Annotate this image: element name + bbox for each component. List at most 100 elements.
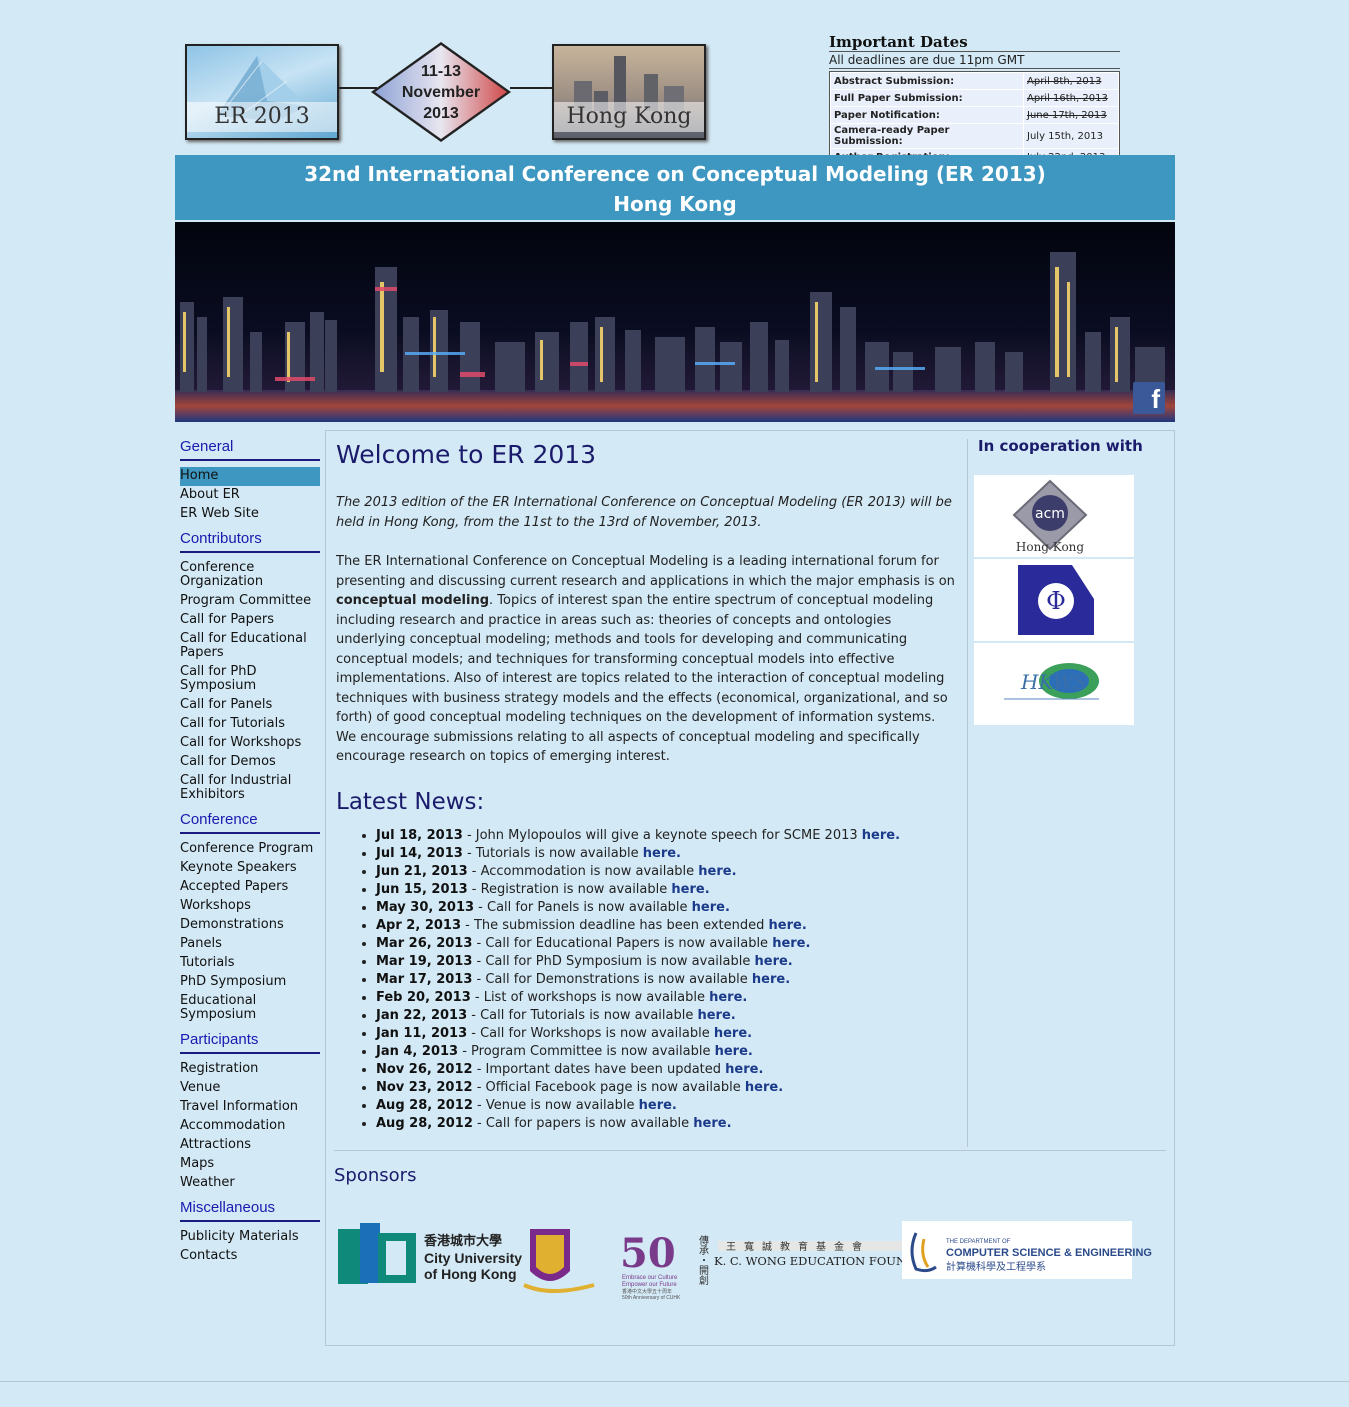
sidebar-item-conference-organization[interactable]: Conference Organization	[180, 559, 320, 592]
news-link[interactable]: here.	[755, 954, 793, 969]
conference-title: 32nd International Conference on Concept…	[304, 162, 1046, 186]
ieee-logo-text: Φ	[1046, 587, 1066, 615]
news-item: Apr 2, 2013 - The submission deadline ha…	[376, 917, 958, 935]
sidebar-item-keynote-speakers[interactable]: Keynote Speakers	[180, 859, 320, 878]
sidebar-item-weather[interactable]: Weather	[180, 1174, 320, 1193]
sidebar-item-call-for-panels[interactable]: Call for Panels	[180, 696, 320, 715]
cityu-name-line2: of Hong Kong	[424, 1266, 517, 1282]
sidebar-item-about-er[interactable]: About ER	[180, 486, 320, 505]
facebook-icon[interactable]: f	[1133, 382, 1165, 414]
sidebar-nav: General Home About ER ER Web Site Contributo…	[180, 438, 320, 1266]
news-link[interactable]: here.	[715, 1044, 753, 1059]
cuhk50-line2: Empower our Future	[622, 1282, 677, 1288]
sidebar-item-home[interactable]: Home	[180, 467, 320, 486]
sidebar-item-call-for-educational-papers[interactable]: Call for Educational Papers	[180, 630, 320, 663]
svg-text:50: 50	[620, 1230, 676, 1277]
sidebar-section-participants: Participants	[180, 1031, 320, 1054]
sidebar-item-travel-information[interactable]: Travel Information	[180, 1098, 320, 1117]
sponsors-divider	[334, 1150, 1166, 1151]
news-item: Feb 20, 2013 - List of workshops is now …	[376, 989, 958, 1007]
news-link[interactable]: here.	[769, 918, 807, 933]
news-item: Mar 19, 2013 - Call for PhD Symposium is…	[376, 953, 958, 971]
content-panel: Welcome to ER 2013 The 2013 edition of t…	[325, 430, 1175, 1346]
news-date: Jul 14, 2013	[376, 845, 463, 861]
news-link[interactable]: here.	[772, 936, 810, 951]
news-item: Mar 26, 2013 - Call for Educational Pape…	[376, 935, 958, 953]
description-text-2: . Topics of interest span the entire spe…	[336, 593, 948, 764]
sidebar-item-attractions[interactable]: Attractions	[180, 1136, 320, 1155]
news-link[interactable]: here.	[725, 1062, 763, 1077]
cuhk-50th-logo: 50 Embrace our Culture Empower our Futur…	[620, 1230, 681, 1301]
hkws-logo-text: HKWS	[1020, 670, 1087, 694]
sidebar-item-tutorials[interactable]: Tutorials	[180, 954, 320, 973]
news-link[interactable]: here.	[698, 864, 736, 879]
sidebar-item-call-for-workshops[interactable]: Call for Workshops	[180, 734, 320, 753]
news-date: Apr 2, 2013	[376, 917, 461, 933]
sidebar-item-call-for-phd-symposium[interactable]: Call for PhD Symposium	[180, 663, 320, 696]
hongkong-photo-label: Hong Kong	[554, 102, 704, 132]
news-item: Nov 23, 2012 - Official Facebook page is…	[376, 1079, 958, 1097]
sidebar-item-venue[interactable]: Venue	[180, 1079, 320, 1098]
sidebar-item-call-for-papers[interactable]: Call for Papers	[180, 611, 320, 630]
sidebar-item-publicity-materials[interactable]: Publicity Materials	[180, 1228, 320, 1247]
news-date: Mar 26, 2013	[376, 935, 473, 951]
news-link[interactable]: here.	[693, 1116, 731, 1131]
news-link[interactable]: here.	[671, 882, 709, 897]
sidebar-item-call-for-tutorials[interactable]: Call for Tutorials	[180, 715, 320, 734]
acm-logo-text: acm	[1035, 506, 1065, 522]
news-item: Mar 17, 2013 - Call for Demonstrations i…	[376, 971, 958, 989]
sidebar-item-accommodation[interactable]: Accommodation	[180, 1117, 320, 1136]
cuhk50-line3: 香港中文大學五十周年	[622, 1288, 672, 1295]
news-text: - Official Facebook page is now availabl…	[472, 1079, 745, 1095]
main-content: Welcome to ER 2013 The 2013 edition of t…	[336, 439, 958, 1133]
news-item: May 30, 2013 - Call for Panels is now av…	[376, 899, 958, 917]
news-item: Jan 22, 2013 - Call for Tutorials is now…	[376, 1007, 958, 1025]
hongkong-photo: Hong Kong	[552, 44, 706, 140]
cityu-name-line1: City University	[424, 1250, 522, 1266]
acm-logo-graphic: acm Hong Kong	[1012, 479, 1088, 554]
sidebar-section-miscellaneous: Miscellaneous	[180, 1199, 320, 1222]
news-link[interactable]: here.	[862, 828, 900, 843]
news-link[interactable]: here.	[692, 900, 730, 915]
news-link[interactable]: here.	[709, 990, 747, 1005]
ieee-hk-logo[interactable]: Φ	[974, 559, 1134, 641]
news-text: - Call for Panels is now available	[474, 899, 692, 915]
hkws-logo[interactable]: HKWS	[974, 643, 1134, 725]
acm-hong-kong-logo[interactable]: acm Hong Kong	[974, 475, 1134, 557]
news-link[interactable]: here.	[639, 1098, 677, 1113]
sidebar-item-er-web-site[interactable]: ER Web Site	[180, 505, 320, 524]
news-link[interactable]: here.	[714, 1026, 752, 1041]
sidebar-item-conference-program[interactable]: Conference Program	[180, 840, 320, 859]
news-link[interactable]: here.	[745, 1080, 783, 1095]
sidebar-item-contacts[interactable]: Contacts	[180, 1247, 320, 1266]
news-date: Mar 17, 2013	[376, 971, 473, 987]
news-link[interactable]: here.	[643, 846, 681, 861]
sidebar-item-educational-symposium[interactable]: Educational Symposium	[180, 992, 320, 1025]
conference-title-bar: 32nd International Conference on Concept…	[175, 155, 1175, 220]
sidebar-item-call-for-industrial-exhibitors[interactable]: Call for Industrial Exhibitors	[180, 772, 320, 805]
news-text: - Call for Workshops is now available	[467, 1025, 714, 1041]
date-value: April 16th, 2013	[1024, 90, 1118, 106]
sidebar-item-accepted-papers[interactable]: Accepted Papers	[180, 878, 320, 897]
cuhk-crest	[523, 1229, 595, 1293]
news-date: Aug 28, 2012	[376, 1097, 473, 1113]
date-value: April 8th, 2013	[1024, 73, 1118, 89]
news-item: Nov 26, 2012 - Important dates have been…	[376, 1061, 958, 1079]
news-text: - Call for PhD Symposium is now availabl…	[472, 953, 755, 969]
sidebar-item-phd-symposium[interactable]: PhD Symposium	[180, 973, 320, 992]
sidebar-item-program-committee[interactable]: Program Committee	[180, 592, 320, 611]
sponsor-logos-graphic: 香港城市大學 City University of Hong Kong 50 E…	[338, 1221, 1152, 1301]
sidebar-item-demonstrations[interactable]: Demonstrations	[180, 916, 320, 935]
sidebar-item-panels[interactable]: Panels	[180, 935, 320, 954]
news-heading: Latest News:	[336, 788, 485, 815]
news-text: - Call for Tutorials is now available	[467, 1007, 698, 1023]
news-date: Nov 26, 2012	[376, 1061, 473, 1077]
news-text: - Call for papers is now available	[472, 1115, 694, 1131]
sidebar-item-registration[interactable]: Registration	[180, 1060, 320, 1079]
news-link[interactable]: here.	[752, 972, 790, 987]
sidebar-item-workshops[interactable]: Workshops	[180, 897, 320, 916]
news-link[interactable]: here.	[697, 1008, 735, 1023]
sidebar-item-call-for-demos[interactable]: Call for Demos	[180, 753, 320, 772]
welcome-heading: Welcome to ER 2013	[336, 440, 597, 469]
sidebar-item-maps[interactable]: Maps	[180, 1155, 320, 1174]
